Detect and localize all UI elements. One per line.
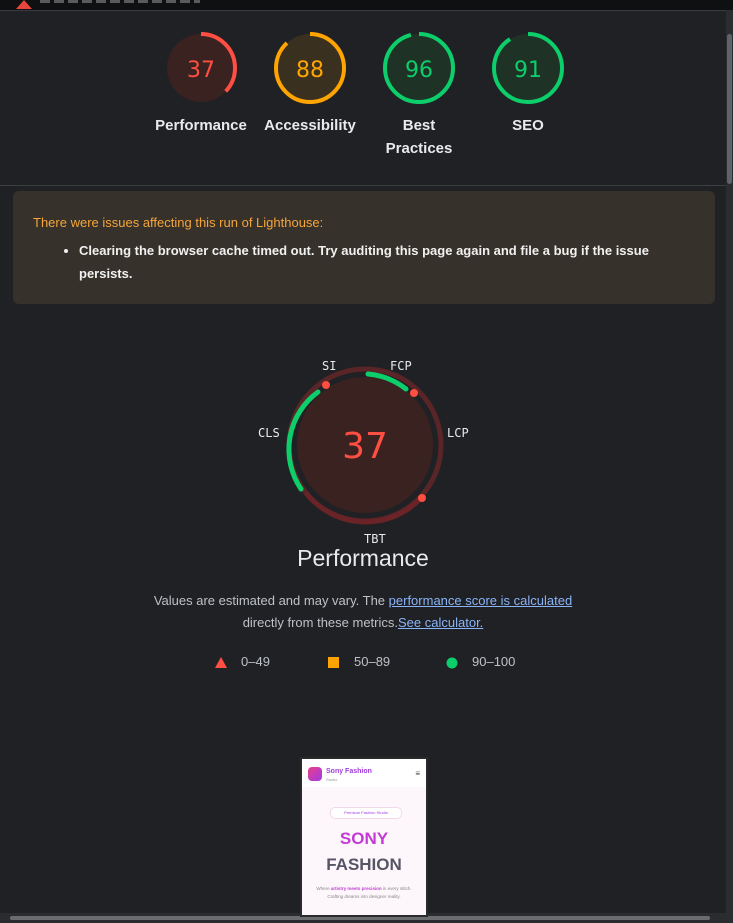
score-calculated-link[interactable]: performance score is calculated bbox=[389, 593, 573, 608]
square-icon bbox=[328, 657, 339, 668]
scrollbar-thumb[interactable] bbox=[727, 34, 732, 184]
divider bbox=[0, 185, 726, 186]
metric-lcp[interactable]: LCP bbox=[447, 426, 469, 440]
badge: Premium Fashion Studio bbox=[330, 807, 402, 819]
hero-heading-2: FASHION bbox=[326, 855, 402, 874]
legend-range: 90–100 bbox=[472, 654, 516, 669]
top-bar bbox=[0, 0, 733, 11]
lcp-marker bbox=[418, 494, 426, 502]
gauge-label: SEO bbox=[512, 117, 544, 134]
gauge-ring-icon: 37 bbox=[165, 32, 237, 104]
triangle-icon bbox=[215, 657, 227, 668]
legend-range: 50–89 bbox=[354, 654, 391, 669]
performance-metric-gauge: 37 bbox=[286, 366, 444, 525]
see-calculator-link[interactable]: See calculator. bbox=[398, 615, 483, 630]
score-note: Values are estimated and may vary. The p… bbox=[0, 590, 726, 634]
site-brand: Sony Fashion bbox=[326, 768, 372, 775]
category-gauges: 37 Performance 88 Accessibility 96 Best … bbox=[0, 30, 726, 170]
site-header: Sony Fashion Studio ≡ bbox=[302, 759, 426, 787]
warning-list: Clearing the browser cache timed out. Tr… bbox=[33, 239, 695, 285]
metric-cls[interactable]: CLS bbox=[258, 426, 280, 440]
metric-si[interactable]: SI bbox=[322, 359, 336, 373]
gauge-value: 91 bbox=[514, 58, 542, 83]
note-text: Values are estimated and may vary. The bbox=[153, 593, 389, 608]
site-logo-icon bbox=[308, 767, 322, 781]
legend-range: 0–49 bbox=[241, 654, 270, 669]
gauge-label: Accessibility bbox=[264, 117, 356, 134]
site-sub: Studio bbox=[326, 777, 338, 782]
gauge-ring-icon: 88 bbox=[274, 32, 346, 104]
gauge-best-practices[interactable]: 96 Best Practices bbox=[369, 30, 469, 160]
lighthouse-logo-icon bbox=[16, 0, 32, 9]
hero-text: Where artistry meets precision in every … bbox=[308, 885, 420, 901]
si-marker bbox=[322, 381, 330, 389]
gauge-ring-icon: 91 bbox=[492, 32, 564, 104]
url-text bbox=[40, 0, 200, 3]
vertical-scrollbar[interactable] bbox=[726, 10, 733, 913]
gauge-value: 88 bbox=[296, 58, 324, 83]
gauge-accessibility[interactable]: 88 Accessibility bbox=[260, 30, 360, 137]
gauge-value: 37 bbox=[187, 58, 215, 83]
metric-fcp[interactable]: FCP bbox=[390, 359, 412, 373]
gauge-ring-icon: 96 bbox=[383, 32, 455, 104]
hero-text-pre: Where bbox=[316, 886, 331, 891]
fcp-marker bbox=[410, 389, 418, 397]
gauge-performance[interactable]: 37 Performance bbox=[151, 30, 251, 137]
gauge-value: 96 bbox=[405, 58, 433, 83]
gauge-label: Performance bbox=[155, 117, 247, 134]
warning-item: Clearing the browser cache timed out. Tr… bbox=[79, 239, 695, 285]
page-screenshot-thumbnail[interactable]: Sony Fashion Studio ≡ Premium Fashion St… bbox=[300, 757, 428, 917]
warning-box: There were issues affecting this run of … bbox=[13, 191, 715, 304]
metric-tbt[interactable]: TBT bbox=[364, 532, 386, 546]
menu-icon: ≡ bbox=[415, 769, 420, 778]
hero-text-em: artistry meets precision bbox=[330, 886, 382, 891]
gauge-label: Best Practices bbox=[385, 117, 453, 157]
hero-heading-1: SONY bbox=[339, 829, 389, 848]
circle-icon bbox=[446, 657, 458, 669]
performance-score: 37 bbox=[342, 426, 388, 467]
gauge-seo[interactable]: 91 SEO bbox=[478, 30, 578, 137]
warning-title: There were issues affecting this run of … bbox=[33, 215, 324, 230]
note-text-2: directly from these metrics. bbox=[242, 615, 399, 630]
performance-title: Performance bbox=[297, 545, 429, 571]
